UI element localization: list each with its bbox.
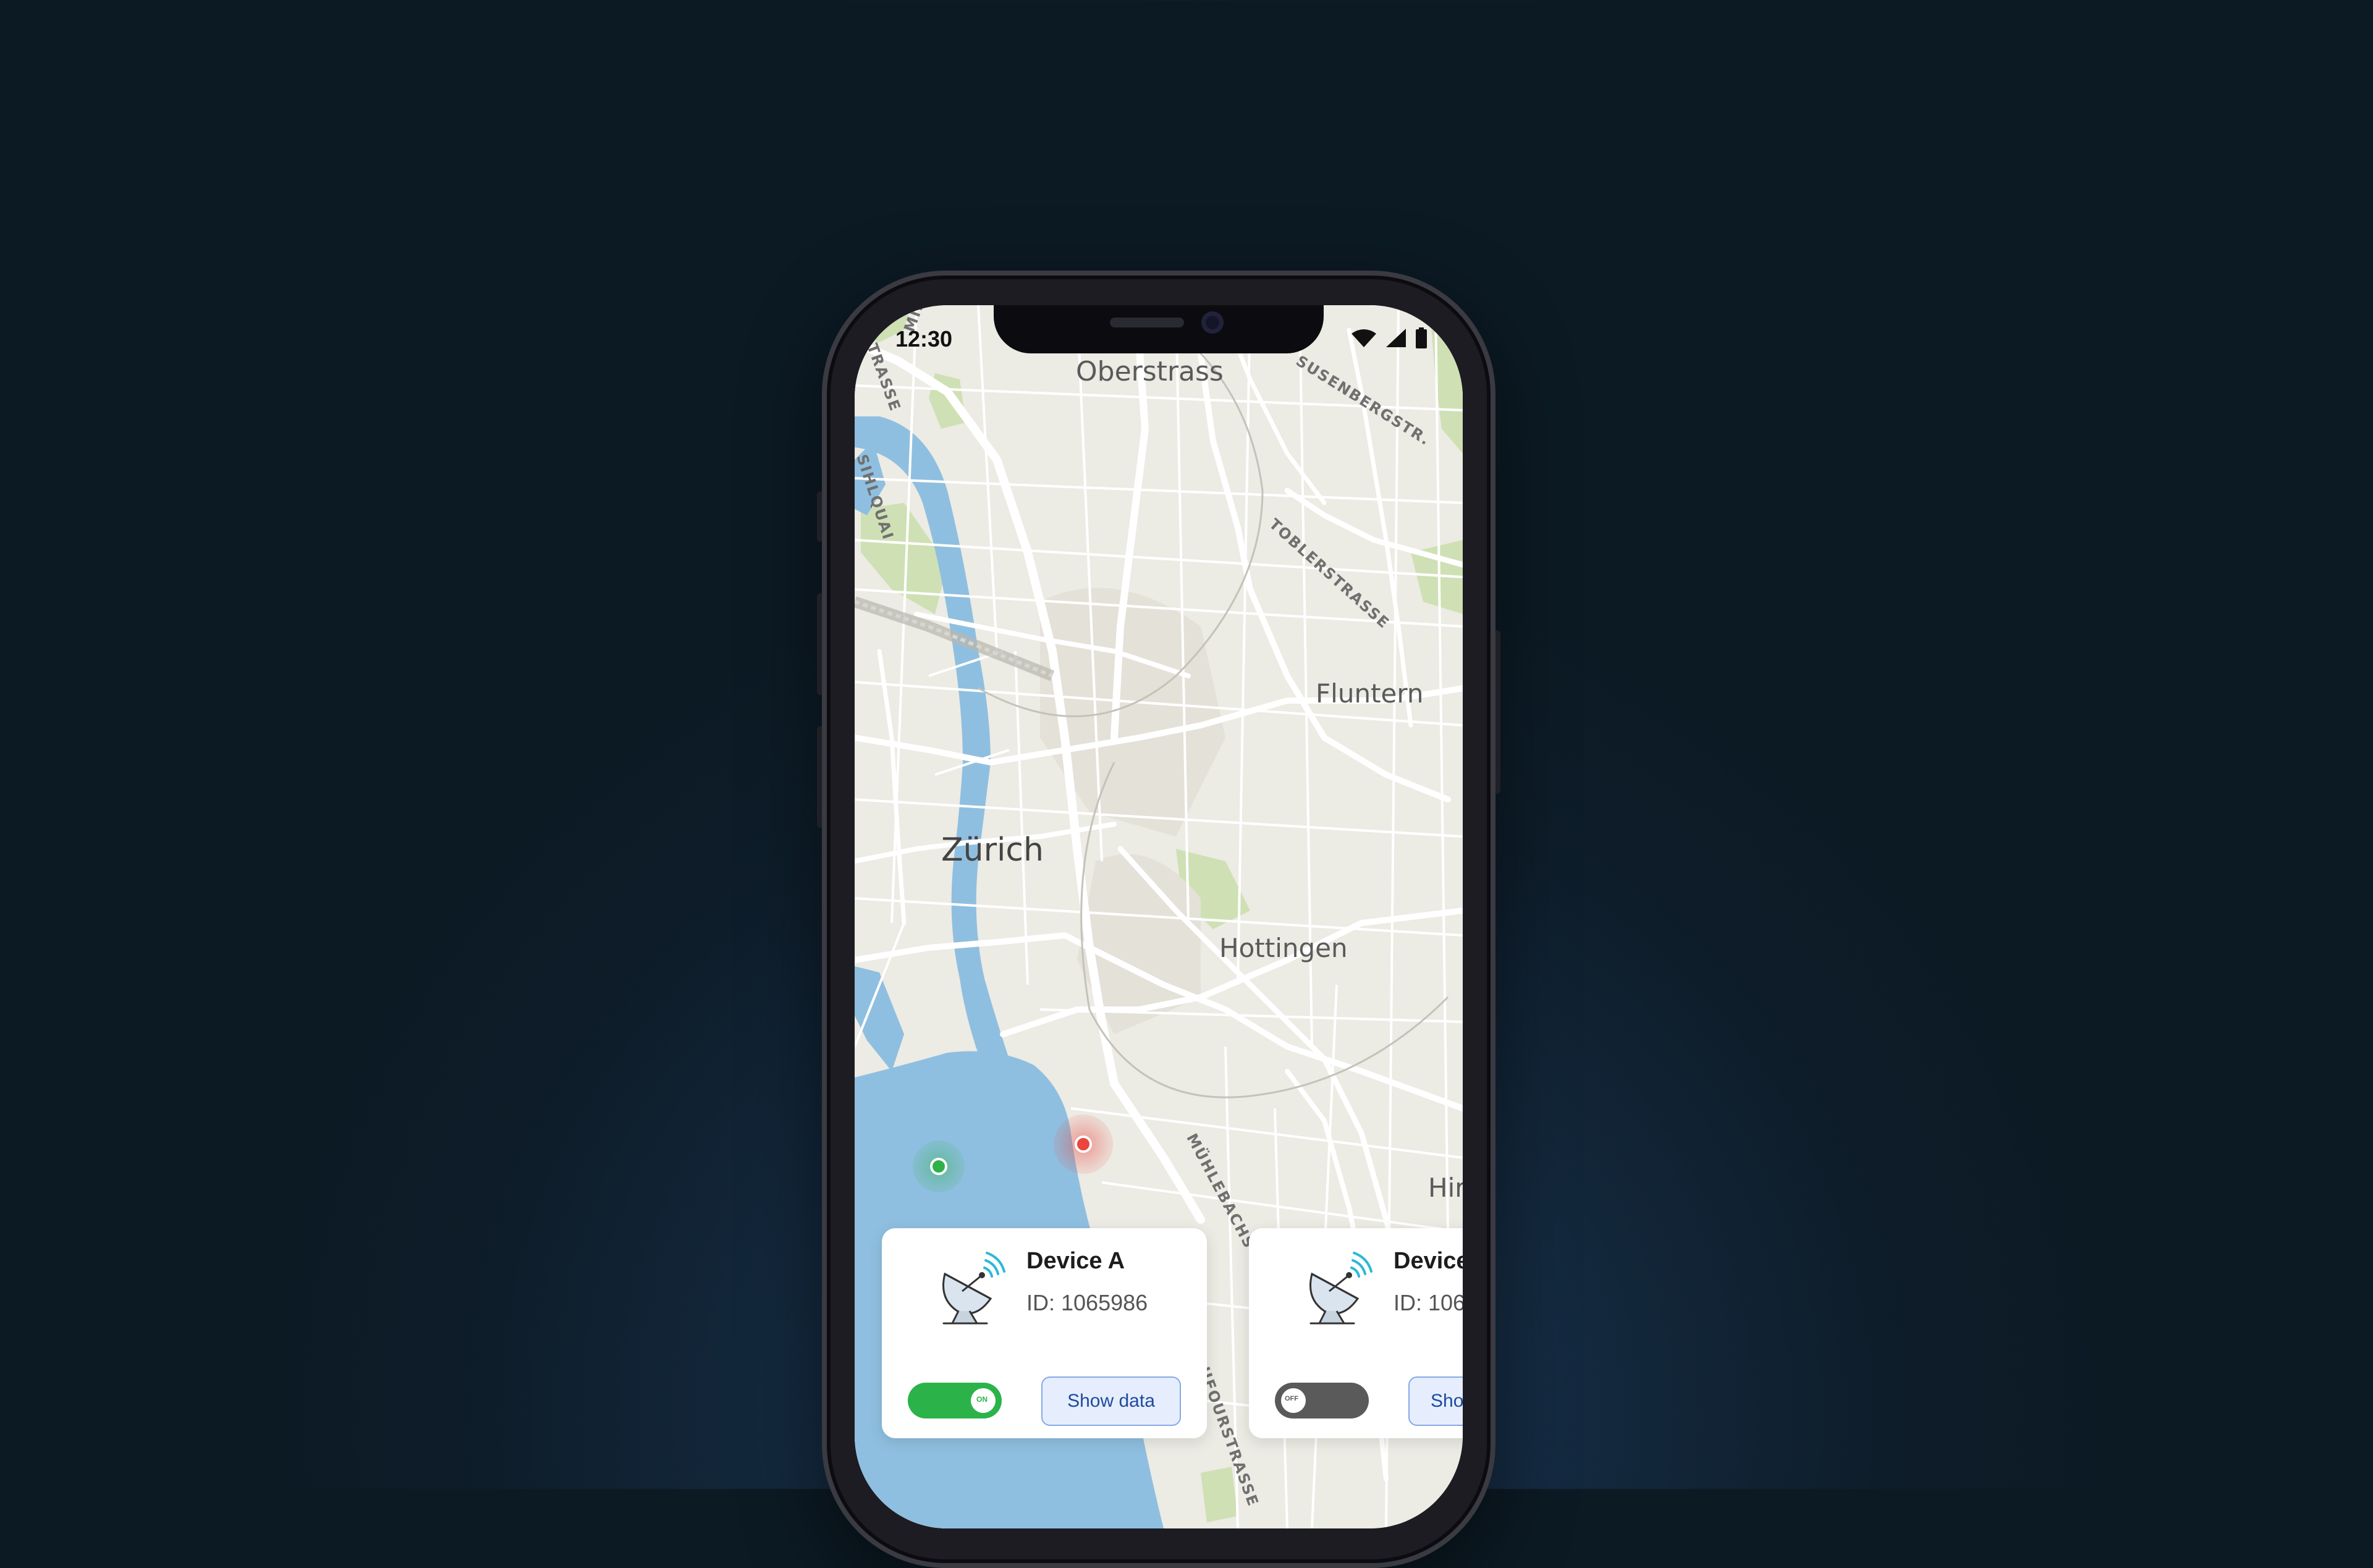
device-toggle[interactable]: OFF <box>1275 1383 1369 1418</box>
green-marker[interactable] <box>930 1158 947 1175</box>
device-id: ID: 1065986 <box>1026 1290 1148 1315</box>
device-name: Device <box>1394 1248 1463 1274</box>
toggle-label: ON <box>976 1395 988 1404</box>
satellite-dish-icon <box>942 1252 1005 1325</box>
wifi-icon <box>1351 329 1376 347</box>
speaker-grille <box>1110 318 1184 327</box>
device-card[interactable]: Device A ID: 1065986 ON Show data <box>882 1228 1207 1438</box>
phone-screen: Oberstrass Fluntern Zürich Hottingen Hir… <box>855 305 1463 1528</box>
place-label-hottingen: Hottingen <box>1219 933 1348 963</box>
place-label-fluntern: Fluntern <box>1316 678 1424 709</box>
device-id: ID: 106 <box>1394 1290 1463 1315</box>
show-data-button[interactable]: Show data <box>1041 1376 1181 1426</box>
toggle-label: OFF <box>1285 1395 1298 1402</box>
front-camera <box>1201 311 1224 334</box>
red-marker[interactable] <box>1075 1136 1092 1153</box>
place-label-zurich: Zürich <box>941 832 1044 869</box>
signal-icon <box>1386 329 1406 347</box>
satellite-dish-icon <box>1309 1252 1373 1325</box>
status-icons <box>1351 327 1427 348</box>
show-data-button[interactable]: Sho <box>1408 1376 1463 1426</box>
device-card[interactable]: Device ID: 106 OFF Sho <box>1249 1228 1463 1438</box>
notch <box>994 305 1324 353</box>
park-area <box>1201 1467 1238 1522</box>
place-label-oberstrass: Oberstrass <box>1076 356 1224 387</box>
device-toggle[interactable]: ON <box>908 1383 1002 1418</box>
place-label-hir: Hir <box>1428 1173 1463 1203</box>
status-time: 12:30 <box>895 326 953 352</box>
device-name: Device A <box>1026 1248 1125 1274</box>
battery-icon <box>1416 327 1427 348</box>
